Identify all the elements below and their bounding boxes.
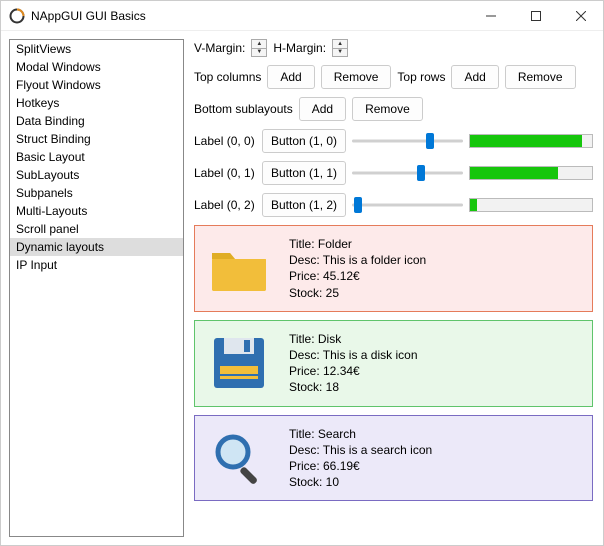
- card-info: Title: FolderDesc: This is a folder icon…: [289, 236, 426, 301]
- card-stock: Stock: 10: [289, 474, 432, 490]
- dynrow-slider[interactable]: [352, 197, 463, 213]
- disk-icon: [207, 331, 271, 395]
- vmargin-stepper[interactable]: ▲▼: [251, 39, 267, 57]
- card-price: Price: 45.12€: [289, 268, 426, 284]
- dynrow-button[interactable]: Button (1, 2): [262, 193, 346, 217]
- dynamic-row: Label (0, 1) Button (1, 1): [194, 161, 593, 185]
- dynrow-slider[interactable]: [352, 133, 463, 149]
- app-icon: [9, 8, 25, 24]
- sidebar-item[interactable]: Dynamic layouts: [10, 238, 183, 256]
- sidebar-item[interactable]: Modal Windows: [10, 58, 183, 76]
- sidebar-item[interactable]: Basic Layout: [10, 148, 183, 166]
- main-panel: V-Margin: ▲▼ H-Margin: ▲▼ Top columns Ad…: [188, 31, 603, 545]
- dynrow-label: Label (0, 0): [194, 134, 256, 148]
- dynrow-progress: [469, 134, 593, 148]
- hmargin-stepper[interactable]: ▲▼: [332, 39, 348, 57]
- dynrow-label: Label (0, 2): [194, 198, 256, 212]
- window-close-button[interactable]: [558, 1, 603, 31]
- card-title: Title: Search: [289, 426, 432, 442]
- sublayout-card: Title: DiskDesc: This is a disk iconPric…: [194, 320, 593, 407]
- sidebar-item[interactable]: SubLayouts: [10, 166, 183, 184]
- sidebar-item[interactable]: Data Binding: [10, 112, 183, 130]
- vmargin-label: V-Margin:: [194, 41, 245, 55]
- dynamic-row: Label (0, 0) Button (1, 0): [194, 129, 593, 153]
- sidebar-item[interactable]: Subpanels: [10, 184, 183, 202]
- card-info: Title: SearchDesc: This is a search icon…: [289, 426, 432, 491]
- top-columns-remove-button[interactable]: Remove: [321, 65, 392, 89]
- hmargin-label: H-Margin:: [273, 41, 326, 55]
- top-rows-remove-button[interactable]: Remove: [505, 65, 576, 89]
- dynrow-progress: [469, 198, 593, 212]
- card-stock: Stock: 25: [289, 285, 426, 301]
- top-columns-add-button[interactable]: Add: [267, 65, 314, 89]
- bottom-sublayouts-add-button[interactable]: Add: [299, 97, 346, 121]
- card-title: Title: Folder: [289, 236, 426, 252]
- card-stock: Stock: 18: [289, 379, 418, 395]
- card-title: Title: Disk: [289, 331, 418, 347]
- bottom-sublayouts-remove-button[interactable]: Remove: [352, 97, 423, 121]
- window-minimize-button[interactable]: [468, 1, 513, 31]
- sidebar-item[interactable]: Scroll panel: [10, 220, 183, 238]
- card-desc: Desc: This is a folder icon: [289, 252, 426, 268]
- sidebar-item[interactable]: Flyout Windows: [10, 76, 183, 94]
- sidebar-item[interactable]: Multi-Layouts: [10, 202, 183, 220]
- card-desc: Desc: This is a disk icon: [289, 347, 418, 363]
- sublayout-card: Title: FolderDesc: This is a folder icon…: [194, 225, 593, 312]
- card-info: Title: DiskDesc: This is a disk iconPric…: [289, 331, 418, 396]
- titlebar: NAppGUI GUI Basics: [1, 1, 603, 31]
- sidebar-item[interactable]: Struct Binding: [10, 130, 183, 148]
- top-columns-label: Top columns: [194, 70, 261, 84]
- sidebar-item[interactable]: Hotkeys: [10, 94, 183, 112]
- sublayout-card: Title: SearchDesc: This is a search icon…: [194, 415, 593, 502]
- top-rows-label: Top rows: [397, 70, 445, 84]
- dynrow-button[interactable]: Button (1, 1): [262, 161, 346, 185]
- dynrow-label: Label (0, 1): [194, 166, 256, 180]
- top-rows-add-button[interactable]: Add: [451, 65, 498, 89]
- folder-icon: [207, 236, 271, 300]
- bottom-sublayouts-label: Bottom sublayouts: [194, 102, 293, 116]
- card-desc: Desc: This is a search icon: [289, 442, 432, 458]
- sidebar-item[interactable]: IP Input: [10, 256, 183, 274]
- dynrow-progress: [469, 166, 593, 180]
- window-title: NAppGUI GUI Basics: [31, 9, 146, 23]
- dynamic-row: Label (0, 2) Button (1, 2): [194, 193, 593, 217]
- card-price: Price: 66.19€: [289, 458, 432, 474]
- dynrow-button[interactable]: Button (1, 0): [262, 129, 346, 153]
- window-maximize-button[interactable]: [513, 1, 558, 31]
- dynrow-slider[interactable]: [352, 165, 463, 181]
- sidebar-item[interactable]: SplitViews: [10, 40, 183, 58]
- sidebar-listbox[interactable]: SplitViewsModal WindowsFlyout WindowsHot…: [9, 39, 184, 537]
- search-icon: [207, 426, 271, 490]
- card-price: Price: 12.34€: [289, 363, 418, 379]
